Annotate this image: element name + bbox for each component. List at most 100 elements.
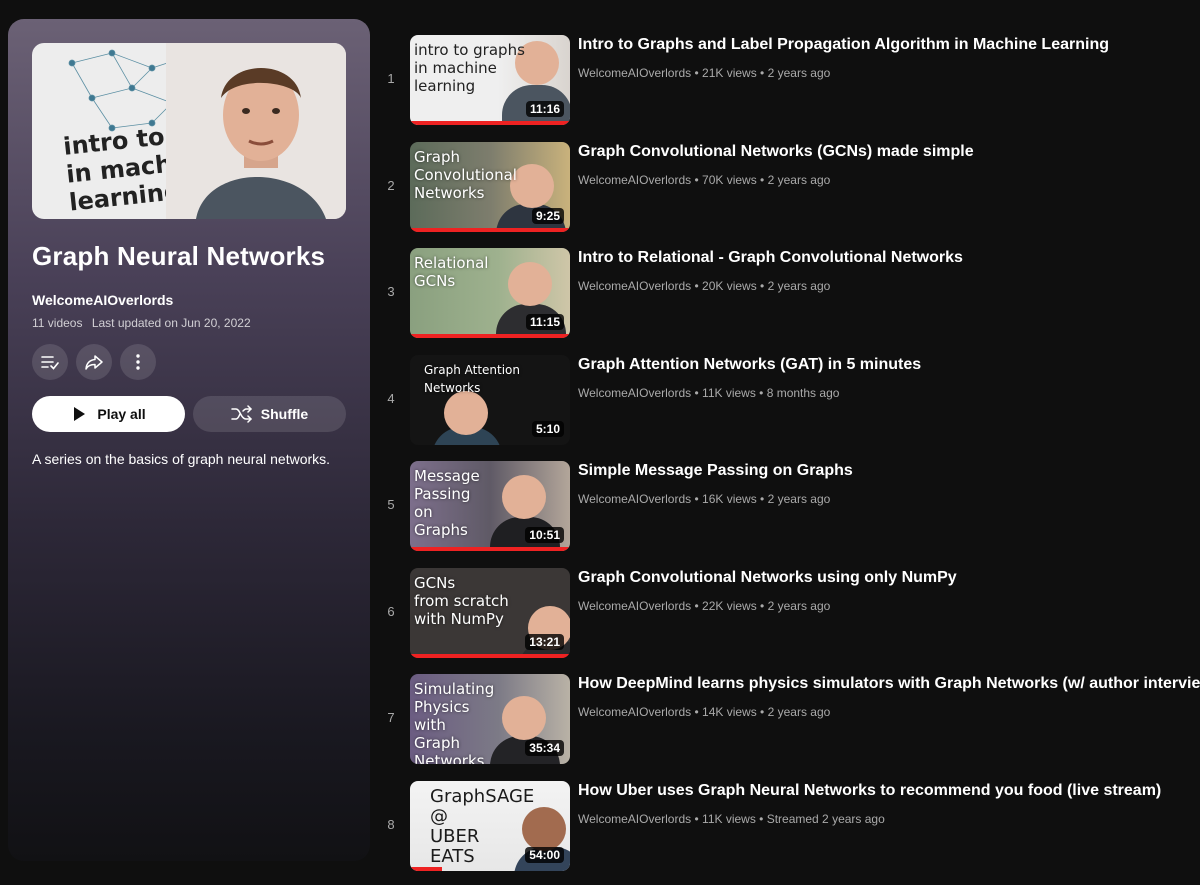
video-row[interactable]: 3 Relational GCNs 11:15 Intro to Relational …: [380, 248, 1200, 355]
save-to-library-icon: [41, 356, 59, 370]
duration-badge: 11:15: [525, 314, 564, 330]
video-channel[interactable]: WelcomeAIOverlords: [578, 386, 691, 400]
video-channel[interactable]: WelcomeAIOverlords: [578, 812, 691, 826]
video-count: 11 videos: [32, 316, 83, 330]
presenter-face: [444, 390, 488, 435]
video-thumbnail[interactable]: Message Passing on Graphs 10:51: [410, 461, 570, 551]
thumbnail-text: GCNs from scratch with NumPy: [414, 573, 509, 628]
shuffle-icon: [231, 405, 252, 423]
duration-badge: 35:34: [525, 740, 564, 756]
video-index: 2: [387, 177, 395, 193]
video-index: 4: [387, 390, 395, 406]
duration-badge: 13:21: [525, 633, 564, 650]
meta-separator: •: [691, 492, 703, 506]
video-stats: 16K views • 2 years ago: [702, 492, 831, 506]
thumbnail-text: Graph Convolutional Networks: [414, 147, 517, 202]
video-title[interactable]: Graph Convolutional Networks (GCNs) made…: [578, 143, 974, 161]
more-options-icon: [136, 354, 140, 370]
watch-progress-bar: [410, 334, 570, 338]
video-meta: WelcomeAIOverlords • 16K views • 2 years…: [578, 492, 830, 506]
video-row[interactable]: 6 GCNs from scratch with NumPy 13:21 Graph Co…: [380, 567, 1200, 675]
duration-badge: 5:10: [531, 420, 564, 437]
thumbnail-text: Simulating Physics with Graph Networks: [414, 680, 495, 764]
video-channel[interactable]: WelcomeAIOverlords: [578, 66, 691, 80]
meta-separator: •: [691, 598, 703, 613]
meta-separator: •: [691, 279, 703, 293]
video-title[interactable]: Graph Attention Networks (GAT) in 5 minu…: [578, 356, 921, 374]
video-title[interactable]: How Uber uses Graph Neural Networks to r…: [578, 782, 1161, 800]
presenter-face: [502, 475, 546, 519]
video-channel[interactable]: WelcomeAIOverlords: [578, 279, 691, 293]
watch-progress-bar: [410, 121, 570, 125]
meta-separator: •: [691, 811, 703, 826]
video-row[interactable]: 1 intro to graphs in machine learning 11:16 I…: [380, 35, 1200, 142]
meta-separator: •: [691, 172, 703, 187]
video-row[interactable]: 5 Message Passing on Graphs 10:51 Simple Messa…: [380, 461, 1200, 568]
video-stats: 22K views • 2 years ago: [702, 598, 831, 613]
watch-progress-bar: [410, 547, 570, 551]
play-controls: Play all Shuffle: [32, 396, 346, 432]
duration-badge: 10:51: [525, 527, 564, 543]
video-index: 3: [387, 284, 395, 299]
video-thumbnail[interactable]: intro to graphs in machine learning 11:16: [410, 35, 570, 125]
video-title[interactable]: Graph Convolutional Networks using only …: [578, 569, 957, 587]
video-stats: 21K views • 2 years ago: [702, 66, 831, 80]
meta-separator: •: [691, 385, 703, 400]
playlist-header: intro to graphs in machine learning Grap…: [8, 19, 370, 861]
shuffle-button[interactable]: Shuffle: [193, 396, 346, 432]
video-channel[interactable]: WelcomeAIOverlords: [578, 492, 691, 506]
video-meta: WelcomeAIOverlords • 11K views • 8 month…: [578, 386, 839, 400]
video-thumbnail[interactable]: Relational GCNs 11:15: [410, 248, 570, 338]
video-row[interactable]: 7 Simulating Physics with Graph Networks 35:34…: [380, 674, 1200, 781]
save-to-library-button[interactable]: [32, 344, 68, 380]
video-index: 6: [387, 603, 395, 619]
play-all-button[interactable]: Play all: [32, 396, 185, 432]
thumbnail-text: GraphSAGE @ UBER EATS: [430, 785, 535, 867]
video-stats: 14K views • 2 years ago: [702, 705, 831, 719]
video-row[interactable]: 2 Graph Convolutional Networks 9:25 Graph Con…: [380, 141, 1200, 249]
presenter-face: [508, 262, 552, 306]
video-meta: WelcomeAIOverlords • 22K views • 2 years…: [578, 599, 830, 613]
play-all-label: Play all: [97, 406, 146, 422]
video-thumbnail[interactable]: GraphSAGE @ UBER EATS 54:00: [410, 780, 570, 871]
more-options-button[interactable]: [120, 344, 156, 380]
last-updated: Last updated on Jun 20, 2022: [91, 316, 251, 330]
video-thumbnail[interactable]: Graph Attention Networks 5:10: [410, 354, 570, 445]
shuffle-label: Shuffle: [260, 406, 309, 422]
video-meta: WelcomeAIOverlords • 14K views • 2 years…: [578, 705, 830, 719]
thumbnail-text: Relational GCNs: [414, 254, 489, 290]
video-title[interactable]: How DeepMind learns physics simulators w…: [578, 675, 1200, 693]
video-meta: WelcomeAIOverlords • 21K views • 2 years…: [578, 66, 830, 80]
video-meta: WelcomeAIOverlords • 20K views • 2 years…: [578, 279, 830, 293]
video-title[interactable]: Intro to Graphs and Label Propagation Al…: [578, 36, 1109, 54]
video-channel[interactable]: WelcomeAIOverlords: [578, 599, 691, 613]
video-channel[interactable]: WelcomeAIOverlords: [578, 705, 691, 719]
playlist-actions: [32, 344, 156, 380]
video-title[interactable]: Intro to Relational - Graph Convolutiona…: [578, 249, 963, 267]
video-thumbnail[interactable]: Simulating Physics with Graph Networks 35:34: [410, 674, 570, 764]
video-thumbnail[interactable]: Graph Convolutional Networks 9:25: [410, 141, 570, 232]
watch-progress-bar: [410, 227, 570, 232]
video-meta: WelcomeAIOverlords • 70K views • 2 years…: [578, 173, 830, 187]
video-channel[interactable]: WelcomeAIOverlords: [578, 173, 691, 187]
video-index: 7: [387, 710, 395, 725]
thumbnail-text: intro to graphs in machine learning: [414, 41, 525, 95]
video-index: 5: [387, 497, 395, 512]
video-stats: 20K views • 2 years ago: [702, 279, 831, 293]
duration-badge: 9:25: [531, 207, 564, 224]
thumbnail-text: Message Passing on Graphs: [414, 467, 480, 539]
share-button[interactable]: [76, 344, 112, 380]
presenter-face: [502, 696, 546, 740]
channel-name[interactable]: WelcomeAIOverlords: [32, 292, 173, 308]
video-thumbnail[interactable]: GCNs from scratch with NumPy 13:21: [410, 567, 570, 658]
presenter-image: [166, 43, 346, 219]
video-row[interactable]: 8 GraphSAGE @ UBER EATS 54:00 How Uber uses Gr…: [380, 780, 1200, 885]
video-index: 8: [387, 816, 395, 832]
playlist-thumbnail[interactable]: intro to graphs in machine learning: [32, 43, 346, 219]
playlist-meta: 11 videos Last updated on Jun 20, 2022: [32, 316, 251, 330]
video-list: 1 intro to graphs in machine learning 11:16 I…: [380, 35, 1200, 885]
video-stats: 11K views • Streamed 2 years ago: [702, 811, 885, 826]
video-row[interactable]: 4 Graph Attention Networks 5:10 Graph Atten…: [380, 354, 1200, 462]
video-title[interactable]: Simple Message Passing on Graphs: [578, 462, 853, 480]
video-index: 1: [387, 71, 395, 86]
